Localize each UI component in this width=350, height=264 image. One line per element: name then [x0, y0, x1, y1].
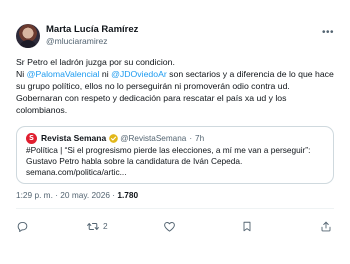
action-bar: 2: [16, 219, 334, 233]
heart-icon: [164, 221, 175, 232]
quoted-text-line-2: Gustavo Petro habla sobre la candidatura…: [26, 156, 243, 166]
more-options-icon[interactable]: •••: [320, 28, 336, 38]
tweet-time[interactable]: 1:29 p. m.: [16, 190, 53, 200]
tweet-card: Marta Lucía Ramírez @mluciaramirez ••• S…: [0, 0, 350, 264]
quoted-separator: ·: [189, 133, 193, 143]
bookmark-button[interactable]: [241, 219, 253, 233]
quoted-text-link[interactable]: semana.com/politica/artic...: [26, 167, 324, 178]
semana-logo-icon: S: [26, 132, 37, 144]
tweet-text-mid: ni: [99, 69, 112, 79]
quoted-timestamp: 7h: [195, 133, 205, 143]
retweet-icon: [87, 222, 99, 230]
quoted-tweet-text: #Política | “Si el progresismo pierde la…: [26, 145, 324, 178]
tweet-line-1: Sr Petro el ladrón juzga por su condicio…: [16, 57, 175, 67]
tweet-date[interactable]: 20 may. 2026: [60, 190, 110, 200]
share-button[interactable]: [320, 219, 332, 233]
mention-paloma-valencia[interactable]: @PalomaValencial: [27, 69, 100, 79]
quoted-author-name: Revista Semana: [41, 133, 107, 143]
mention-jd-oviedo[interactable]: @JDOviedoAr: [111, 69, 167, 79]
tweet-text-pre: Ni: [16, 69, 27, 79]
avatar[interactable]: [16, 24, 40, 48]
retweet-count: 2: [103, 221, 108, 231]
author-handle[interactable]: @mluciaramirez: [46, 36, 138, 47]
tweet-line-2: Ni @PalomaValencial ni @JDOviedoAr son s…: [16, 68, 338, 116]
reply-button[interactable]: [16, 219, 32, 233]
quoted-tweet[interactable]: S Revista Semana @RevistaSemana · 7h #Po…: [16, 126, 334, 184]
quoted-tweet-header: S Revista Semana @RevistaSemana · 7h: [26, 132, 324, 144]
tweet-body: Sr Petro el ladrón juzga por su condicio…: [16, 56, 338, 116]
quoted-author-handle: @RevistaSemana: [120, 133, 187, 143]
verified-badge-icon: [109, 133, 119, 143]
bookmark-icon: [243, 221, 251, 231]
like-button[interactable]: [163, 219, 179, 233]
tweet-meta: 1:29 p. m. · 20 may. 2026 · 1.780: [16, 190, 336, 201]
retweet-button[interactable]: 2: [86, 219, 108, 233]
share-icon: [321, 221, 331, 231]
author-display-name[interactable]: Marta Lucía Ramírez: [46, 24, 138, 36]
author-names: Marta Lucía Ramírez @mluciaramirez: [46, 24, 138, 47]
reply-icon: [17, 221, 28, 232]
quoted-text-line-1: #Política | “Si el progresismo pierde la…: [26, 145, 311, 155]
tweet-header: Marta Lucía Ramírez @mluciaramirez •••: [16, 24, 336, 52]
divider: [16, 208, 334, 209]
view-count: 1.780: [117, 190, 139, 200]
